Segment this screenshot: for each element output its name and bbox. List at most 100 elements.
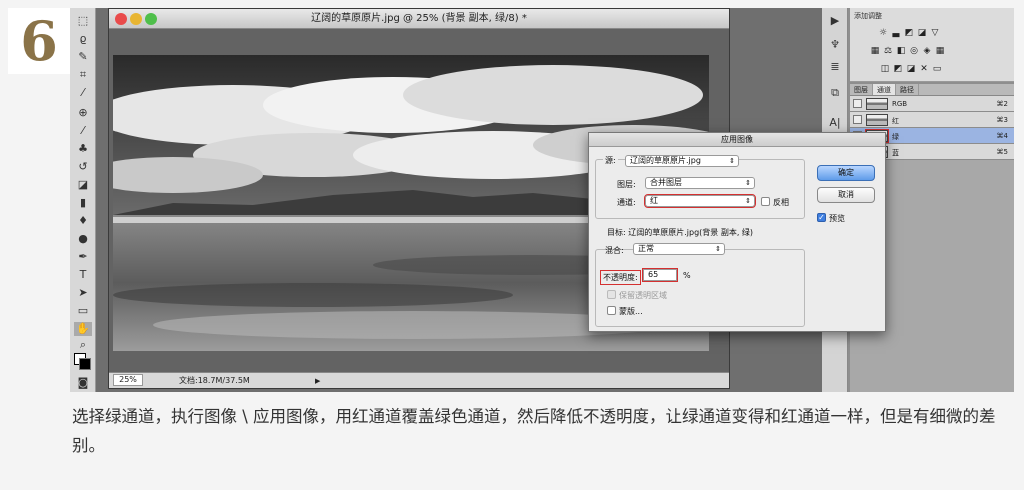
hand-icon[interactable]: ✋ [74,322,92,336]
step-caption: 选择绿通道，执行图像 \ 应用图像，用红通道覆盖绿色通道，然后降低不透明度，让绿… [72,407,996,455]
adjustments-panel: 添加调整 ☼ ▃ ◩ ◪ ▽ ▦ ⚖ ◧ ◎ ◈ ▦ ◫ ◩ ◪ ✕ ▭ [850,8,1014,82]
brush-panel-icon[interactable]: ≣ [828,60,842,74]
channel-shortcut: ⌘4 [996,132,1008,140]
channel-label: 通道: [617,198,636,207]
close-icon[interactable] [115,13,127,25]
marquee-icon[interactable]: ⬚ [74,14,92,28]
adjustments-title: 添加调整 [854,12,882,20]
quick-select-icon[interactable]: ✎ [74,50,92,64]
chevron-updown-icon: ⇕ [745,179,751,187]
hue-sat-icon[interactable]: ▦ [870,46,880,56]
brush-preset-icon[interactable]: ♆ [828,38,842,52]
status-arrow-icon[interactable]: ▶ [315,373,320,389]
channel-mixer-icon[interactable]: ◈ [922,46,932,56]
opacity-unit: % [683,271,691,280]
clone-stamp-icon[interactable]: ♣ [74,142,92,156]
visibility-toggle[interactable] [853,115,862,124]
blur-icon[interactable]: ♦ [74,214,92,228]
source-select[interactable]: 辽阔的草原原片.jpg ⇕ [625,155,739,167]
bw-icon[interactable]: ◧ [896,46,906,56]
levels-icon[interactable]: ▃ [891,28,901,38]
chevron-updown-icon: ⇕ [729,157,735,165]
opacity-input[interactable]: 65 [642,268,678,282]
exposure-icon[interactable]: ◪ [917,28,927,38]
color-lookup-icon[interactable]: ▦ [935,46,945,56]
toolbox: ⬚ ϱ ✎ ⌗ ⁄ ⊕ ⁄ ♣ ↺ ◪ ▮ ♦ ● ✒ T ➤ ▭ ✋ ⌕ ◙ [70,8,96,392]
eraser-icon[interactable]: ◪ [74,178,92,192]
path-select-icon[interactable]: ➤ [74,286,92,300]
crop-icon[interactable]: ⌗ [74,68,92,82]
threshold-icon[interactable]: ◪ [906,64,916,74]
channel-name: 红 [892,117,899,125]
vibrance-icon[interactable]: ▽ [930,28,940,38]
posterize-icon[interactable]: ◩ [893,64,903,74]
channel-name: 绿 [892,133,899,141]
channel-row-red[interactable]: 红 ⌘3 [850,112,1014,128]
adjustments-row-3: ◫ ◩ ◪ ✕ ▭ [880,64,942,74]
apply-image-dialog: 应用图像 源: 辽阔的草原原片.jpg ⇕ 图层: 合并图层 ⇕ 通道: 红 ⇕ 反相… [588,132,886,332]
visibility-toggle[interactable] [853,99,862,108]
zoom-level[interactable]: 25% [113,374,143,386]
channel-name: 蓝 [892,149,899,157]
brush-icon[interactable]: ⁄ [74,124,92,138]
preview-checkbox[interactable]: ✓ [817,213,826,222]
zoom-icon[interactable]: ⌕ [74,338,92,352]
shape-icon[interactable]: ▭ [74,304,92,318]
tab-channels[interactable]: 通道 [873,84,896,95]
document-titlebar: 辽阔的草原原片.jpg @ 25% (背景 副本, 绿/8) * [109,9,729,29]
history-brush-icon[interactable]: ↺ [74,160,92,174]
mask-label: 蒙版... [619,307,643,316]
quick-mask-icon[interactable]: ◙ [74,376,92,390]
opacity-value: 65 [648,270,659,279]
channel-row-rgb[interactable]: RGB ⌘2 [850,96,1014,112]
invert-label: 反相 [773,198,789,207]
layer-select[interactable]: 合并图层 ⇕ [645,177,755,189]
layer-value: 合并图层 [650,178,682,187]
gradient-icon[interactable]: ▮ [74,196,92,210]
minimize-icon[interactable] [130,13,142,25]
adjustments-row-2: ▦ ⚖ ◧ ◎ ◈ ▦ [870,46,945,56]
channel-name: RGB [892,100,908,108]
eyedropper-icon[interactable]: ⁄ [74,86,92,100]
channel-value: 红 [650,196,658,205]
clone-source-icon[interactable]: ⧉ [828,86,842,100]
pen-icon[interactable]: ✒ [74,250,92,264]
layer-label: 图层: [617,180,636,189]
channel-select[interactable]: 红 ⇕ [644,194,756,208]
type-icon[interactable]: T [74,268,92,282]
selective-color-icon[interactable]: ✕ [919,64,929,74]
cancel-button[interactable]: 取消 [817,187,875,203]
adjustments-row-1: ☼ ▃ ◩ ◪ ▽ [878,28,940,38]
color-balance-icon[interactable]: ⚖ [883,46,893,56]
mask-checkbox[interactable] [607,306,616,315]
photo-filter-icon[interactable]: ◎ [909,46,919,56]
invert-icon[interactable]: ◫ [880,64,890,74]
curves-icon[interactable]: ◩ [904,28,914,38]
invert-checkbox[interactable] [761,197,770,206]
character-icon[interactable]: A| [828,116,842,130]
channel-thumbnail [866,98,888,110]
preserve-transparency-checkbox[interactable] [607,290,616,299]
preserve-transparency-label: 保留透明区域 [619,291,667,300]
source-label: 源: [603,155,618,166]
tab-layers[interactable]: 图层 [850,84,873,95]
chevron-updown-icon: ⇕ [715,245,721,253]
document-title: 辽阔的草原原片.jpg @ 25% (背景 副本, 绿/8) * [311,13,527,24]
ok-button[interactable]: 确定 [817,165,875,181]
blending-label: 混合: [605,246,624,255]
gradient-map-icon[interactable]: ▭ [932,64,942,74]
zoom-window-icon[interactable] [145,13,157,25]
background-color-swatch[interactable] [79,358,91,370]
source-value: 辽阔的草原原片.jpg [630,156,701,165]
tab-paths[interactable]: 路径 [896,84,919,95]
blending-value: 正常 [638,244,654,253]
lasso-icon[interactable]: ϱ [74,32,92,46]
step-number: 6 [8,8,70,74]
target-text: 目标: 辽阔的草原原片.jpg(背景 副本, 绿) [607,228,754,237]
play-icon[interactable]: ▶ [828,14,842,28]
status-bar: 25% 文档:18.7M/37.5M ▶ [109,372,729,388]
dodge-icon[interactable]: ● [74,232,92,246]
blending-select[interactable]: 正常 ⇕ [633,243,725,255]
spot-heal-icon[interactable]: ⊕ [74,106,92,120]
brightness-icon[interactable]: ☼ [878,28,888,38]
